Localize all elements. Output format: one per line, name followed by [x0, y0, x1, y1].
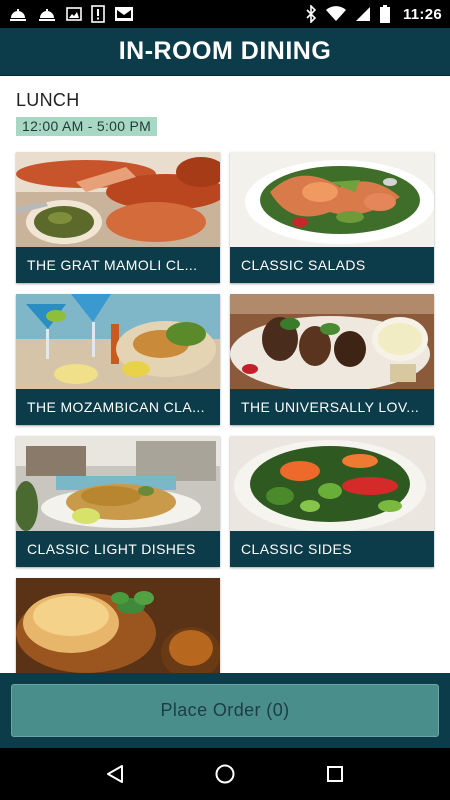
- food-image: [16, 436, 220, 531]
- menu-category-tile[interactable]: CLASSIC LIGHT DISHES: [16, 436, 220, 567]
- order-bar: Place Order (0): [0, 673, 450, 748]
- image-icon: [66, 5, 82, 23]
- clock: 11:26: [402, 5, 442, 23]
- wifi-icon: [325, 5, 346, 23]
- notification-icons: [8, 5, 134, 23]
- battery-icon: [379, 5, 390, 23]
- back-icon[interactable]: [95, 754, 135, 794]
- menu-category-tile[interactable]: THE GRAT MAMOLI CL...: [16, 152, 220, 283]
- alert-icon: [91, 5, 105, 23]
- room-service-icon: [37, 5, 57, 23]
- bluetooth-icon: [305, 5, 317, 23]
- tile-label: THE MOZAMBICAN CLA...: [27, 399, 205, 415]
- food-image: [230, 294, 434, 389]
- menu-category-tile[interactable]: THE MOZAMBICAN CLA...: [16, 294, 220, 425]
- tile-label: CLASSIC SALADS: [241, 257, 366, 273]
- navigation-bar: [0, 748, 450, 800]
- menu-category-tile[interactable]: [16, 578, 220, 673]
- food-image: [230, 436, 434, 531]
- menu-category-tile[interactable]: THE UNIVERSALLY LOV...: [230, 294, 434, 425]
- tile-label: CLASSIC SIDES: [241, 541, 353, 557]
- section-title: LUNCH: [16, 90, 80, 110]
- system-icons: 11:26: [305, 5, 442, 23]
- tile-label: CLASSIC LIGHT DISHES: [27, 541, 196, 557]
- menu-content[interactable]: LUNCH 12:00 AM - 5:00 PM THE GRAT MAMOLI…: [0, 76, 450, 673]
- food-image: [16, 578, 220, 673]
- food-image: [16, 152, 220, 247]
- menu-category-tile[interactable]: CLASSIC SIDES: [230, 436, 434, 567]
- signal-icon: [355, 5, 371, 23]
- mail-icon: [114, 5, 134, 23]
- status-bar: 11:26: [0, 0, 450, 28]
- room-service-icon: [8, 5, 28, 23]
- food-image: [230, 152, 434, 247]
- recents-icon[interactable]: [315, 754, 355, 794]
- page-title: IN-ROOM DINING: [118, 37, 332, 65]
- place-order-button[interactable]: Place Order (0): [11, 684, 439, 737]
- hours-badge: 12:00 AM - 5:00 PM: [16, 117, 158, 136]
- menu-category-tile[interactable]: CLASSIC SALADS: [230, 152, 434, 283]
- app-bar: IN-ROOM DINING: [0, 28, 450, 76]
- food-image: [16, 294, 220, 389]
- tile-label: THE GRAT MAMOLI CL...: [27, 257, 198, 273]
- home-icon[interactable]: [205, 754, 245, 794]
- tile-label: THE UNIVERSALLY LOV...: [241, 399, 420, 415]
